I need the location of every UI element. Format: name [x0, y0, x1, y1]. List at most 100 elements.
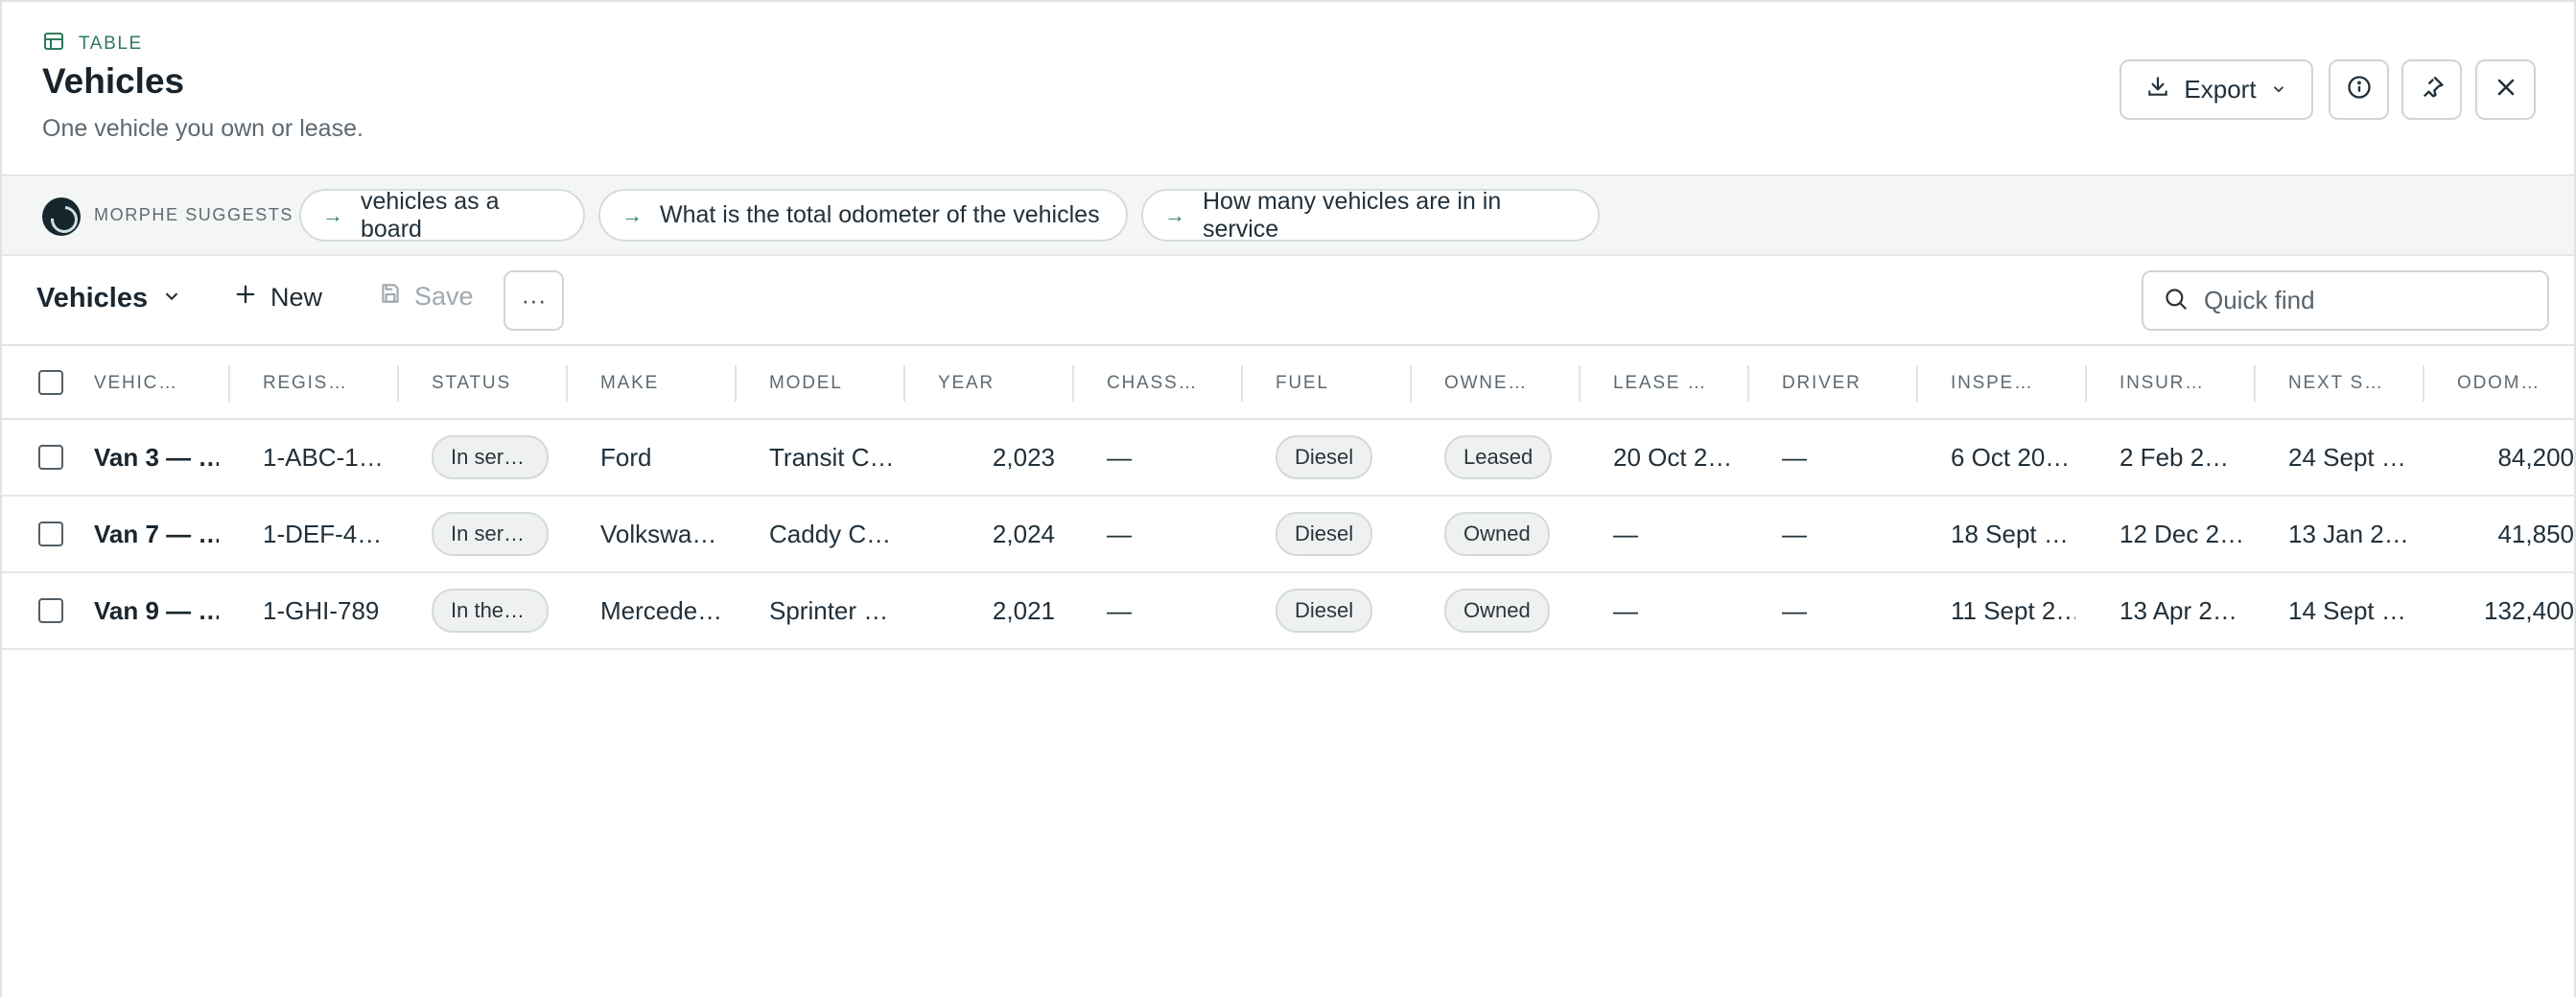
- suggestions-bar: MORPHE SUGGESTS → vehicles as a board → …: [2, 174, 2574, 256]
- cell-model: Transit C…: [769, 442, 894, 472]
- fuel-badge: Diesel: [1276, 512, 1373, 556]
- cell-inspection: 11 Sept 2…: [1951, 595, 2075, 625]
- status-badge: In the …: [432, 589, 549, 633]
- pin-icon: [2419, 74, 2446, 105]
- cell-make: Volkswa…: [600, 519, 717, 548]
- column-header-odometer[interactable]: ODOM…: [2457, 346, 2576, 420]
- close-button[interactable]: [2475, 59, 2536, 120]
- plus-icon: [232, 281, 259, 314]
- view-label: Vehicles: [36, 283, 149, 313]
- column-header-registration[interactable]: REGIS…: [263, 346, 399, 420]
- cell-inspection: 18 Sept …: [1951, 519, 2069, 548]
- cell-status: In ser…: [432, 420, 575, 495]
- cell-ownership: Leased: [1444, 420, 1588, 495]
- kicker-label: TABLE: [79, 34, 143, 54]
- cell-driver: —: [1782, 595, 1807, 625]
- arrow-right-icon: →: [1164, 202, 1185, 227]
- search-input[interactable]: [2204, 286, 2511, 315]
- cell-ownership: Owned: [1444, 497, 1588, 571]
- panel-header: TABLE Vehicles One vehicle you own or le…: [2, 2, 2574, 174]
- column-header-fuel[interactable]: FUEL: [1276, 346, 1412, 420]
- column-header-year[interactable]: YEAR: [938, 346, 1074, 420]
- arrow-right-icon: →: [322, 202, 343, 227]
- cell-year: 2,023: [992, 442, 1055, 472]
- cell-odometer: 84,200: [2497, 442, 2574, 472]
- cell-next-service: 13 Jan 2…: [2288, 519, 2409, 548]
- column-header-inspection[interactable]: INSPE…: [1951, 346, 2087, 420]
- morphe-logo-icon: [42, 197, 81, 236]
- cell-registration: 1-ABC-1…: [263, 442, 384, 472]
- table-row[interactable]: Van 7 — … 1-DEF-4… In ser… Volkswa… Cadd…: [2, 497, 2576, 573]
- table-icon: [42, 30, 65, 58]
- info-button[interactable]: [2329, 59, 2389, 120]
- select-all-checkbox[interactable]: [38, 370, 63, 395]
- cell-model: Caddy C…: [769, 519, 892, 548]
- cell-chassis: —: [1107, 595, 1132, 625]
- ownership-badge: Owned: [1444, 512, 1550, 556]
- row-checkbox[interactable]: [38, 522, 63, 546]
- row-checkbox[interactable]: [38, 445, 63, 470]
- ownership-badge: Owned: [1444, 589, 1550, 633]
- column-header-vehicle[interactable]: VEHIC…: [94, 346, 230, 420]
- cell-make: Ford: [600, 442, 652, 472]
- status-badge: In ser…: [432, 512, 549, 556]
- cell-registration: 1-DEF-4…: [263, 519, 383, 548]
- more-options-button[interactable]: ···: [503, 270, 564, 331]
- cell-status: In the …: [432, 573, 575, 648]
- pin-button[interactable]: [2401, 59, 2462, 120]
- cell-chassis: —: [1107, 442, 1132, 472]
- cell-lease: 20 Oct 2…: [1613, 442, 1733, 472]
- column-header-ownership[interactable]: OWNE…: [1444, 346, 1581, 420]
- fuel-badge: Diesel: [1276, 589, 1373, 633]
- row-checkbox[interactable]: [38, 598, 63, 623]
- cell-chassis: —: [1107, 519, 1132, 548]
- column-header-next-service[interactable]: NEXT S…: [2288, 346, 2424, 420]
- suggestion-chip[interactable]: → What is the total odometer of the vehi…: [598, 189, 1128, 242]
- cell-vehicle: Van 3 — …: [94, 442, 219, 472]
- cell-driver: —: [1782, 442, 1807, 472]
- cell-odometer: 41,850: [2497, 519, 2574, 548]
- page-title: Vehicles: [42, 61, 185, 101]
- new-button[interactable]: New: [232, 281, 322, 314]
- search-icon: [2163, 286, 2189, 316]
- save-button[interactable]: Save: [378, 281, 474, 313]
- cell-vehicle: Van 7 — …: [94, 519, 219, 548]
- page-subtitle: One vehicle you own or lease.: [42, 115, 363, 142]
- ellipsis-icon: ···: [521, 286, 547, 314]
- close-icon: [2493, 74, 2519, 105]
- column-header-status[interactable]: STATUS: [432, 346, 568, 420]
- column-header-model[interactable]: MODEL: [769, 346, 905, 420]
- suggestion-chip[interactable]: → vehicles as a board: [299, 187, 585, 243]
- ownership-badge: Leased: [1444, 435, 1553, 479]
- table-row[interactable]: Van 9 — … 1-GHI-789 In the … Mercede… Sp…: [2, 573, 2576, 650]
- suggestion-text: vehicles as a board: [361, 187, 500, 243]
- column-header-insurance[interactable]: INSUR…: [2119, 346, 2256, 420]
- quick-find: [2142, 270, 2549, 331]
- cell-lease: —: [1613, 595, 1638, 625]
- cell-year: 2,024: [992, 519, 1055, 548]
- download-icon: [2145, 74, 2170, 105]
- info-icon: [2346, 74, 2373, 105]
- fuel-badge: Diesel: [1276, 435, 1373, 479]
- column-header-lease[interactable]: LEASE …: [1613, 346, 1749, 420]
- column-header-chassis[interactable]: CHASS…: [1107, 346, 1243, 420]
- table-header: VEHIC… REGIS… STATUS MAKE MODEL YEAR CHA…: [2, 344, 2576, 420]
- cell-make: Mercede…: [600, 595, 723, 625]
- column-header-driver[interactable]: DRIVER: [1782, 346, 1918, 420]
- cell-fuel: Diesel: [1276, 497, 1419, 571]
- column-header-make[interactable]: MAKE: [600, 346, 737, 420]
- cell-insurance: 2 Feb 2…: [2119, 442, 2230, 472]
- table-row[interactable]: Van 3 — … 1-ABC-1… In ser… Ford Transit …: [2, 420, 2576, 497]
- cell-lease: —: [1613, 519, 1638, 548]
- cell-insurance: 13 Apr 2…: [2119, 595, 2237, 625]
- cell-next-service: 24 Sept …: [2288, 442, 2406, 472]
- vehicles-table: VEHIC… REGIS… STATUS MAKE MODEL YEAR CHA…: [2, 344, 2576, 650]
- status-badge: In ser…: [432, 435, 549, 479]
- cell-vehicle: Van 9 — …: [94, 595, 219, 625]
- view-selector[interactable]: Vehicles: [36, 283, 182, 314]
- table-toolbar: Vehicles New Save ···: [2, 256, 2574, 344]
- export-button[interactable]: Export: [2119, 59, 2313, 120]
- suggestion-chip[interactable]: → How many vehicles are in in service: [1141, 188, 1600, 243]
- table-panel: TABLE Vehicles One vehicle you own or le…: [0, 0, 2576, 997]
- cell-inspection: 6 Oct 20…: [1951, 442, 2071, 472]
